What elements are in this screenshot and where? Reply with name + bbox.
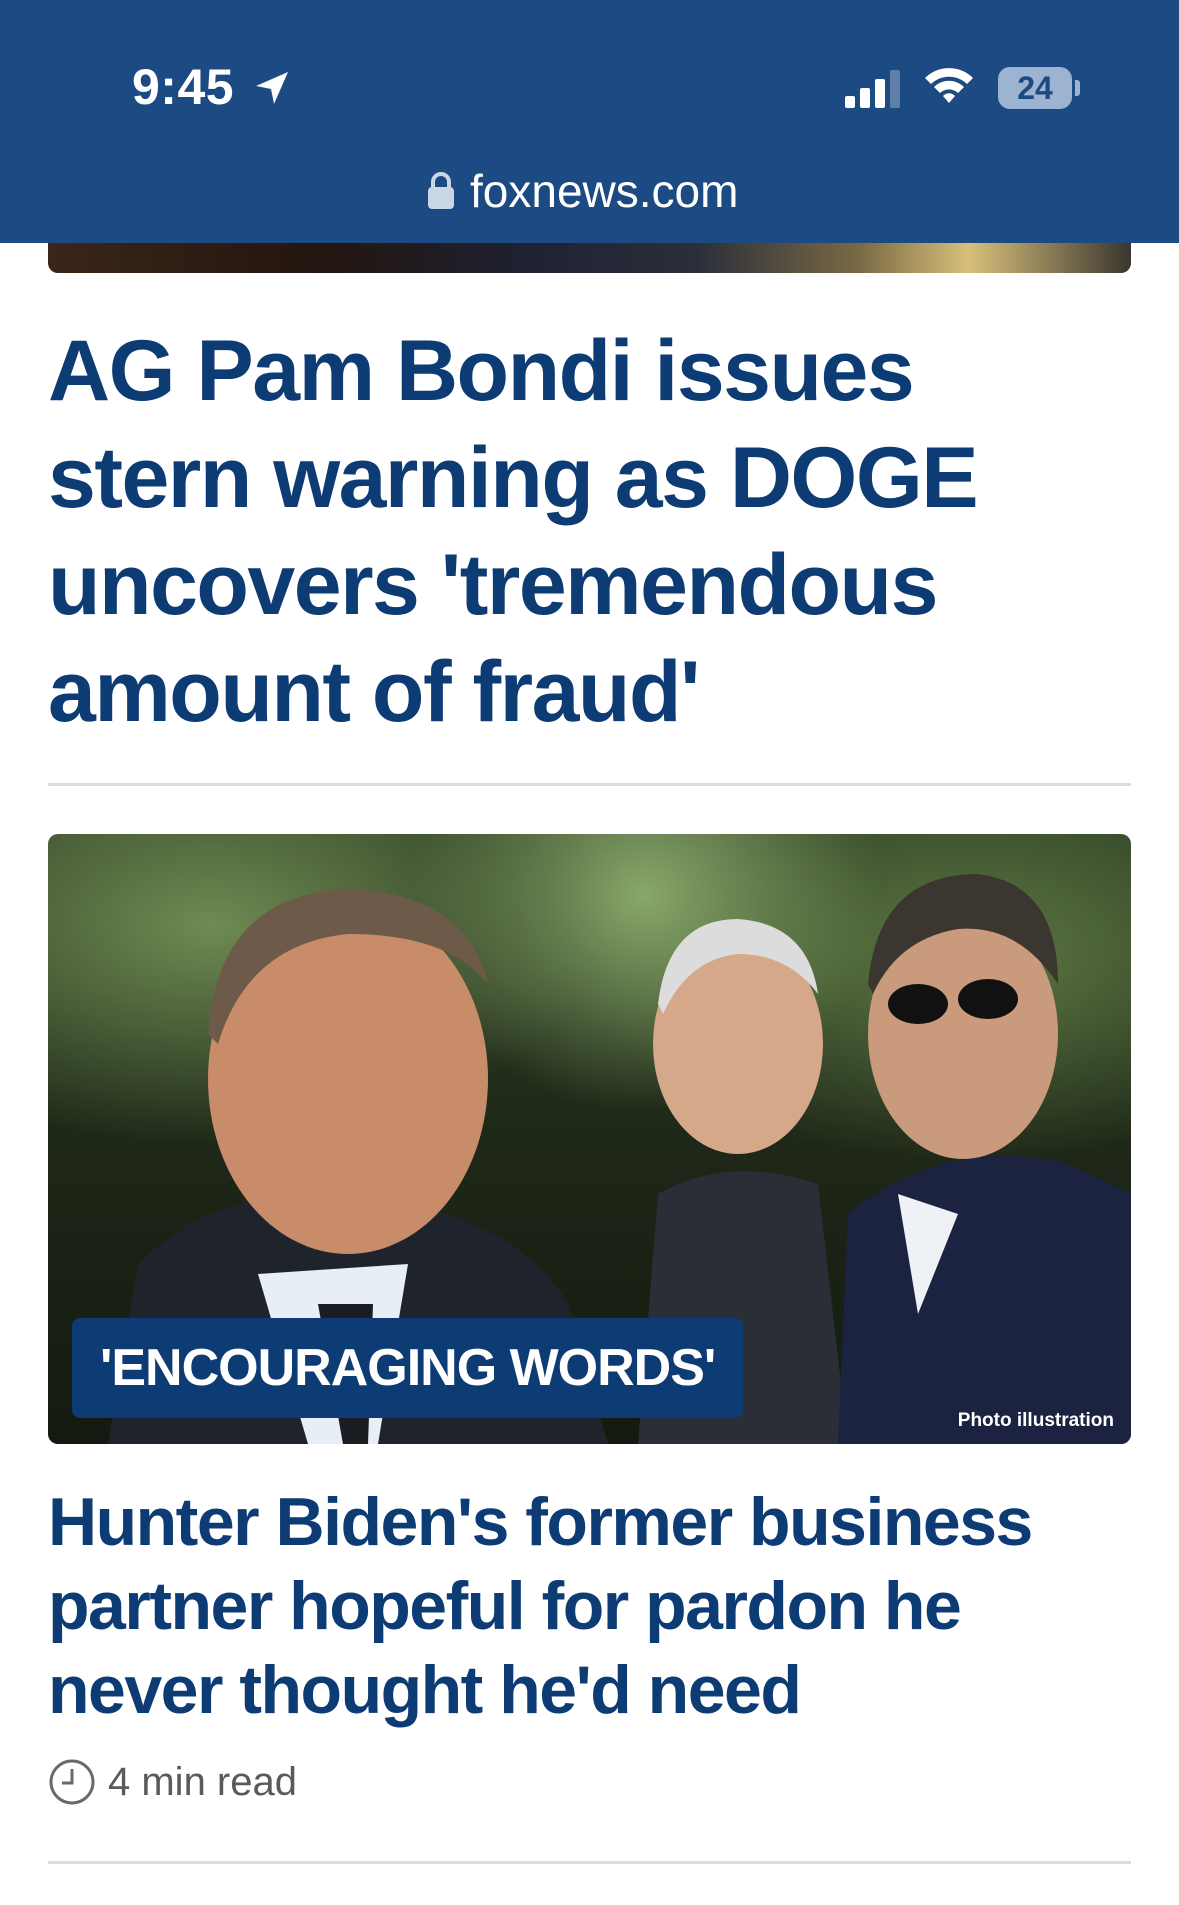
wifi-icon [925, 68, 973, 103]
battery-level: 24 [1017, 70, 1053, 106]
status-time: 9:45 [132, 59, 235, 115]
read-time: 4 min read [108, 1760, 297, 1804]
photo-credit: Photo illustration [957, 1410, 1114, 1431]
lock-icon [428, 172, 454, 209]
article-headline-1[interactable]: AG Pam Bondi issues stern warning as DOG… [48, 318, 1138, 746]
cellular-signal-icon [845, 70, 900, 108]
address-bar-url[interactable]: foxnews.com [470, 164, 738, 218]
battery-icon: 24 [998, 67, 1072, 109]
clock-icon [49, 1759, 95, 1805]
battery-tip [1075, 80, 1080, 96]
article-image[interactable]: 'ENCOURAGING WORDS' Photo illustration [48, 834, 1131, 1444]
browser-top-bar: 9:45 24 foxnews.com [0, 0, 1179, 243]
article-headline-2[interactable]: Hunter Biden's former business partner h… [48, 1480, 1138, 1732]
article-divider [48, 1861, 1131, 1864]
article-kicker: 'ENCOURAGING WORDS' [72, 1318, 744, 1418]
location-arrow-icon [256, 72, 288, 104]
article-divider [48, 783, 1131, 786]
